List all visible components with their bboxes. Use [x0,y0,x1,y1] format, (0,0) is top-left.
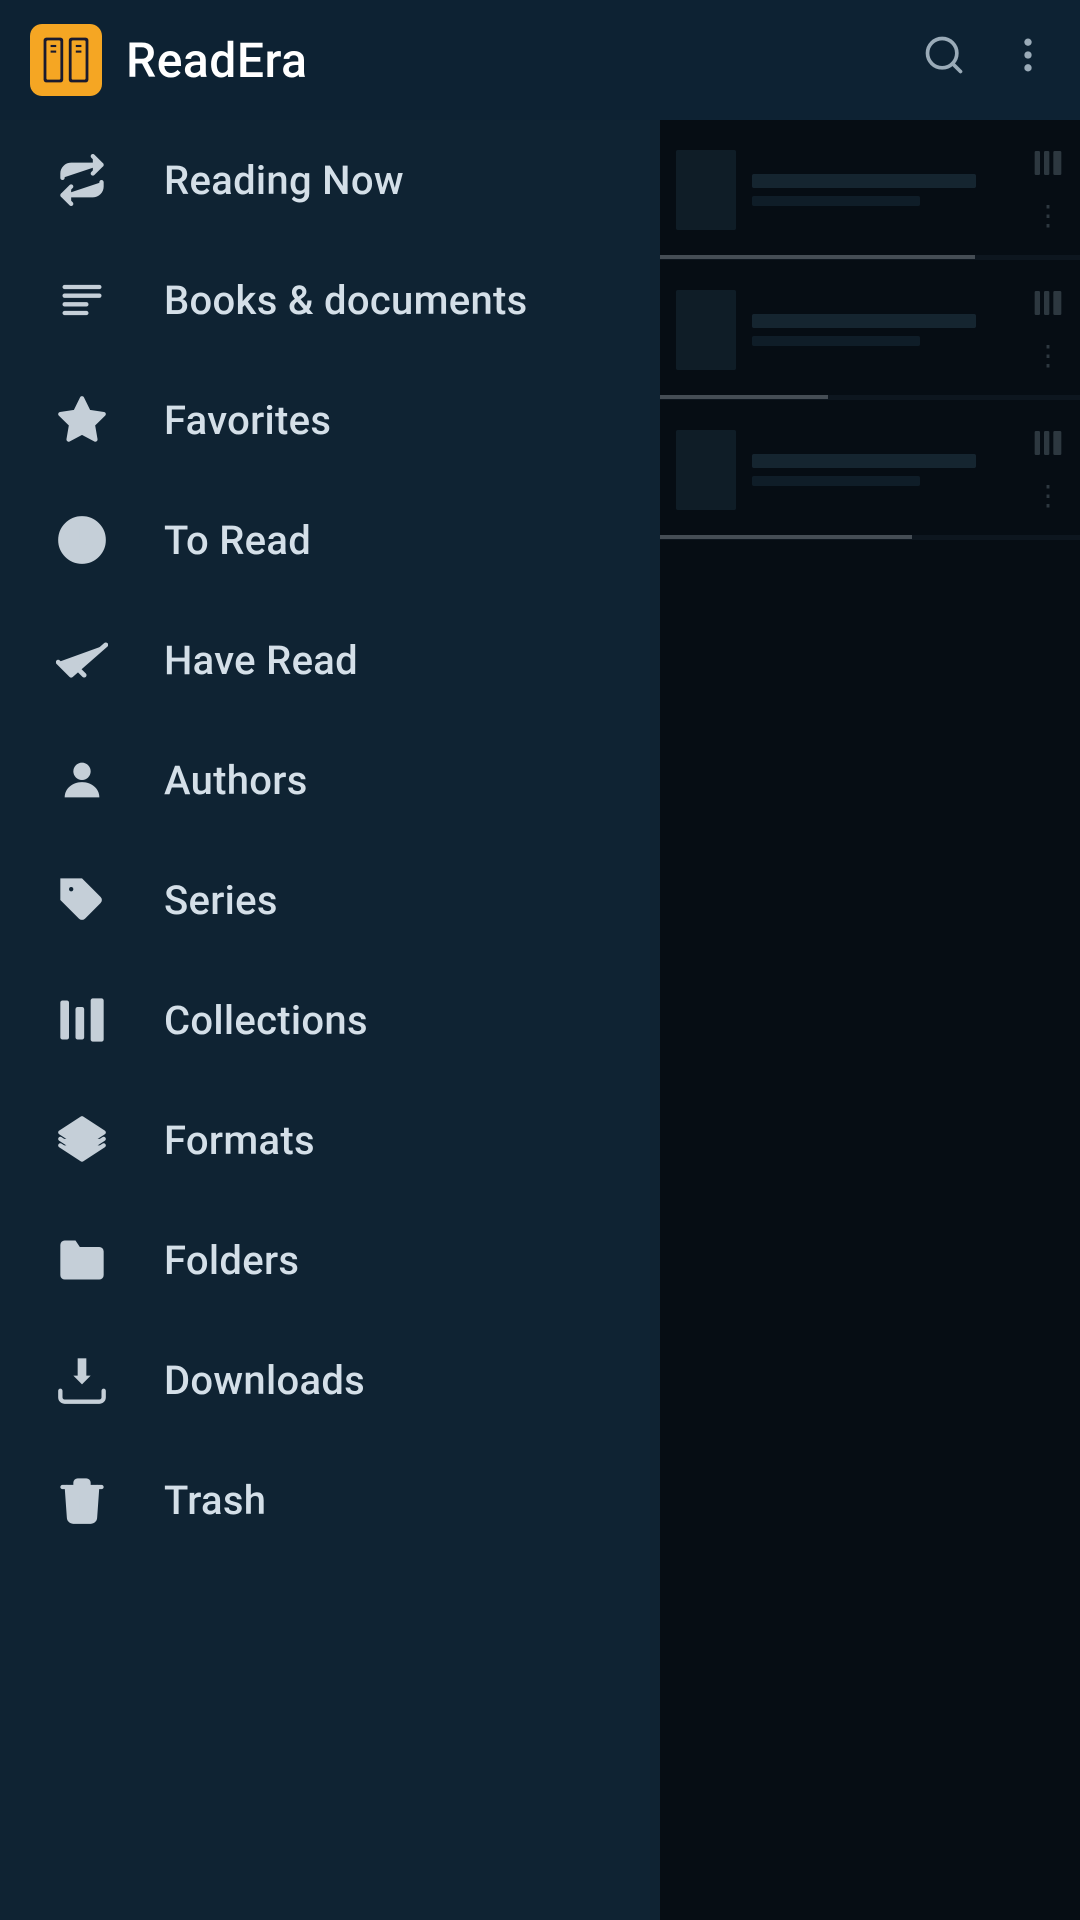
sidebar-item-label: Authors [164,757,308,804]
sidebar-item-label: Formats [164,1117,315,1164]
sidebar-item-authors[interactable]: Authors [0,720,660,840]
star-icon [50,388,114,452]
sidebar-item-collections[interactable]: Collections [0,960,660,1080]
clock-icon [50,508,114,572]
sidebar-item-favorites[interactable]: Favorites [0,360,660,480]
sidebar-item-folders[interactable]: Folders [0,1200,660,1320]
sidebar-item-formats[interactable]: Formats [0,1080,660,1200]
sidebar-item-label: Reading Now [164,157,404,204]
app-title: ReadEra [126,32,922,89]
search-icon[interactable] [922,33,966,88]
sidebar-item-label: Trash [164,1477,266,1524]
sidebar-item-label: Collections [164,997,368,1044]
sidebar-item-label: Downloads [164,1357,365,1404]
layers-icon [50,1108,114,1172]
folder-icon [50,1228,114,1292]
drawer-scrim[interactable] [660,120,1080,1920]
double-check-icon [50,628,114,692]
tag-icon [50,868,114,932]
app-header: ReadEra [0,0,1080,120]
sidebar-item-have-read[interactable]: Have Read [0,600,660,720]
sidebar-item-trash[interactable]: Trash [0,1440,660,1560]
sidebar-item-label: Favorites [164,397,331,444]
sidebar-item-downloads[interactable]: Downloads [0,1320,660,1440]
sidebar-item-reading-now[interactable]: Reading Now [0,120,660,240]
trash-icon [50,1468,114,1532]
sidebar-item-series[interactable]: Series [0,840,660,960]
sidebar-item-label: Have Read [164,637,358,684]
more-options-icon[interactable] [1006,33,1050,88]
navigation-drawer: Reading Now Books & documents Favorites [0,120,660,1920]
app-logo [30,24,102,96]
sidebar-item-label: To Read [164,517,311,564]
library-icon [50,988,114,1052]
main-content: ⋮ ⋮ [660,120,1080,1920]
sidebar-item-label: Folders [164,1237,299,1284]
document-icon [50,268,114,332]
person-icon [50,748,114,812]
sidebar-item-label: Series [164,877,278,924]
sidebar-item-books-documents[interactable]: Books & documents [0,240,660,360]
repeat-icon [50,148,114,212]
sidebar-item-to-read[interactable]: To Read [0,480,660,600]
sidebar-item-label: Books & documents [164,277,528,324]
header-actions [922,33,1050,88]
download-icon [50,1348,114,1412]
